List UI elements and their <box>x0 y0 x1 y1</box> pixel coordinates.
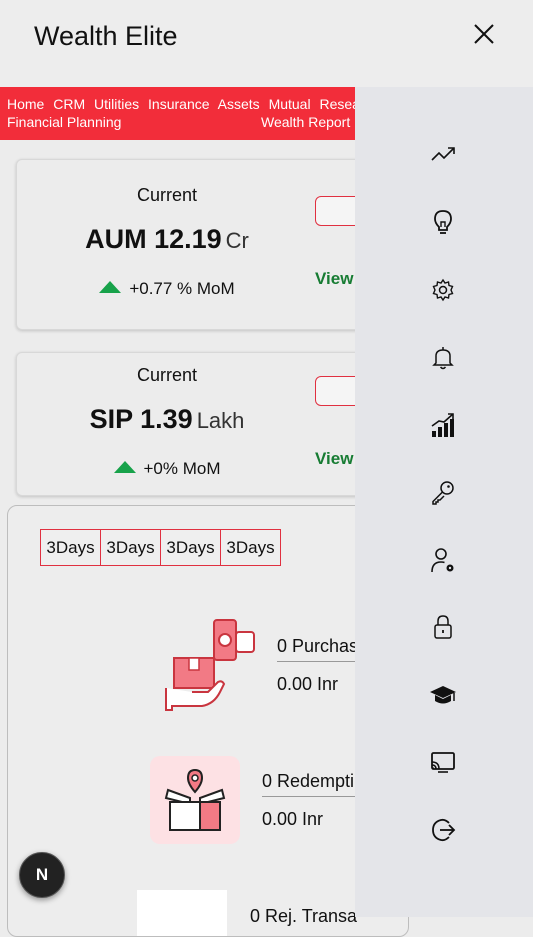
aum-mom-text: +0.77 % MoM <box>129 279 235 298</box>
sip-current-label: Current <box>136 365 198 385</box>
sip-mom-text: +0% MoM <box>143 459 221 478</box>
nav-item-wealth-report[interactable]: Wealth Report <box>261 114 350 130</box>
bell-icon[interactable] <box>429 344 457 372</box>
aum-value: AUM 12.19 Cr <box>17 224 317 255</box>
redemption-count: 0 Redempti <box>262 771 355 791</box>
app-header: Wealth Elite <box>0 0 533 87</box>
dev-badge-button[interactable]: N <box>19 852 65 898</box>
gear-icon[interactable] <box>429 276 457 304</box>
nav-item-crm[interactable]: CRM <box>53 96 85 112</box>
aum-metric: AUM 12.19 <box>85 224 222 254</box>
lightbulb-icon[interactable] <box>429 208 457 236</box>
lock-icon[interactable] <box>429 613 457 641</box>
nav-item-financial-planning[interactable]: Financial Planning <box>7 114 121 130</box>
sip-value: SIP 1.39 Lakh <box>17 404 317 435</box>
user-settings-icon[interactable] <box>429 546 457 574</box>
cast-icon[interactable] <box>429 748 457 776</box>
nav-item-home[interactable]: Home <box>7 96 44 112</box>
side-menu <box>355 87 533 917</box>
gift-box-location-icon <box>164 768 226 831</box>
aum-unit: Cr <box>225 228 249 253</box>
bar-chart-icon[interactable] <box>429 411 457 439</box>
sip-mom: +0% MoM <box>17 459 317 479</box>
sip-unit: Lakh <box>196 408 245 433</box>
days-tabs: 3Days 3Days 3Days 3Days <box>40 529 281 566</box>
redemption-icon-bg <box>150 756 240 844</box>
close-icon[interactable] <box>468 18 500 50</box>
nav-row-bottom: Financial Planning Wealth Report <box>7 114 353 130</box>
nav-item-utilities[interactable]: Utilities <box>94 96 139 112</box>
rejected-icon-bg <box>137 890 227 936</box>
sip-view-link[interactable]: View <box>315 449 353 469</box>
purchase-hand-box-icon <box>165 619 255 711</box>
tab-3days-purchase[interactable]: 3Days <box>40 529 101 566</box>
tab-3days-sip[interactable]: 3Days <box>160 529 221 566</box>
nav-row-top: Home CRM Utilities Insurance Assets Mutu… <box>7 96 384 112</box>
transactions-panel: 3Days 3Days 3Days 3Days 0 Purchas 0.00 I… <box>7 505 409 937</box>
sip-metric: SIP 1.39 <box>89 404 193 434</box>
app-title: Wealth Elite <box>34 21 178 51</box>
redemption-amount: 0.00 Inr <box>262 809 324 829</box>
logout-icon[interactable] <box>429 816 457 844</box>
tab-3days-rejected[interactable]: 3Days <box>220 529 281 566</box>
sip-card: Current SIP 1.39 Lakh +0% MoM View <box>16 352 398 496</box>
up-arrow-icon <box>113 461 136 473</box>
nav-item-assets[interactable]: Assets <box>218 96 260 112</box>
up-arrow-icon <box>99 281 122 293</box>
aum-view-link[interactable]: View <box>315 269 353 289</box>
graduation-cap-icon[interactable] <box>429 681 457 709</box>
purchase-count: 0 Purchas <box>277 636 359 656</box>
aum-mom: +0.77 % MoM <box>17 279 317 299</box>
trending-up-icon[interactable] <box>429 141 457 169</box>
aum-card: Current AUM 12.19 Cr +0.77 % MoM View <box>16 159 398 330</box>
tab-3days-redemption[interactable]: 3Days <box>100 529 161 566</box>
nav-item-mutual[interactable]: Mutual <box>269 96 311 112</box>
aum-current-label: Current <box>136 185 198 205</box>
purchase-amount: 0.00 Inr <box>277 674 339 694</box>
nav-item-insurance[interactable]: Insurance <box>148 96 209 112</box>
key-icon[interactable] <box>429 478 457 506</box>
